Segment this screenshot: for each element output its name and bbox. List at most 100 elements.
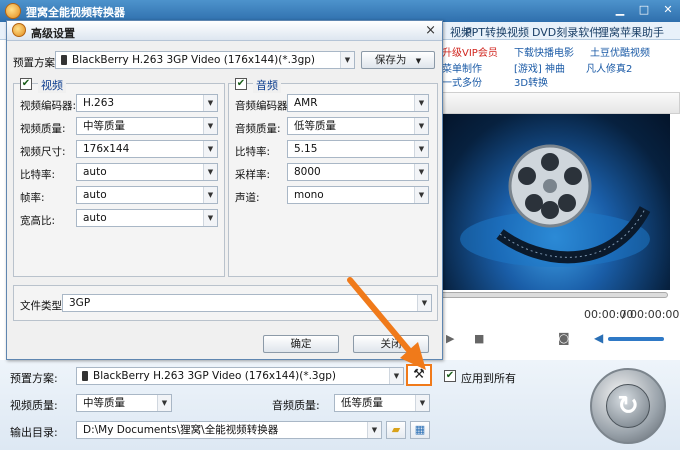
promo-link-game[interactable]: [游戏] 神曲 bbox=[514, 60, 565, 75]
video-enable-checkbox[interactable]: ✔ bbox=[20, 78, 32, 90]
chevron-down-icon: ▼ bbox=[157, 395, 171, 411]
chevron-down-icon: ▼ bbox=[367, 422, 381, 438]
video-codec-select[interactable]: H.263 ▼ bbox=[76, 94, 218, 112]
preview-header bbox=[440, 92, 680, 114]
video-bitrate-label: 比特率: bbox=[20, 169, 56, 181]
video-framerate-label: 帧率: bbox=[20, 192, 45, 204]
vip-link[interactable]: 升级VIP会员 bbox=[442, 44, 498, 59]
chevron-down-icon: ▼ bbox=[203, 164, 217, 180]
convert-button[interactable]: ↻ bbox=[590, 368, 666, 444]
audio-codec-value: AMR bbox=[294, 97, 318, 109]
chevron-down-icon: ▼ bbox=[203, 118, 217, 134]
video-framerate-select[interactable]: auto ▼ bbox=[76, 186, 218, 204]
video-group-label: 视频 bbox=[38, 77, 66, 93]
volume-slider[interactable] bbox=[608, 337, 664, 341]
bottom-video-quality-select[interactable]: 中等质量 ▼ bbox=[76, 394, 172, 412]
menu-item-apple[interactable]: 狸窝苹果助手 bbox=[598, 24, 664, 40]
audio-quality-value: 低等质量 bbox=[294, 120, 336, 132]
dialog-close-icon[interactable]: × bbox=[425, 23, 436, 38]
chevron-down-icon: ▼ bbox=[340, 52, 354, 68]
minimize-icon[interactable]: ▁ bbox=[612, 3, 628, 18]
maximize-icon[interactable]: □ bbox=[636, 3, 652, 18]
audio-samplerate-label: 采样率: bbox=[235, 169, 271, 181]
menu-item-dvd[interactable]: DVD刻录软件 bbox=[532, 24, 600, 40]
video-size-value: 176x144 bbox=[83, 143, 130, 155]
audio-group: ✔ 音频 音频编码器: AMR ▼ 音频质量: 低等质量 ▼ 比特率: 5.15… bbox=[228, 77, 438, 277]
bottom-audio-quality-value: 低等质量 bbox=[341, 397, 383, 409]
chevron-down-icon: ▼ bbox=[415, 395, 429, 411]
video-aspect-select[interactable]: auto ▼ bbox=[76, 209, 218, 227]
promo-area: 升级VIP会员 下载快播电影 土豆优酷视频 菜单制作 [游戏] 神曲 凡人修真2… bbox=[440, 40, 680, 90]
menu-item-ppt[interactable]: PPT转换视频 bbox=[465, 24, 529, 40]
chevron-down-icon: ▼ bbox=[203, 141, 217, 157]
promo-item-menu[interactable]: 菜单制作 bbox=[442, 60, 482, 75]
video-bitrate-select[interactable]: auto ▼ bbox=[76, 163, 218, 181]
seek-bar[interactable] bbox=[440, 292, 668, 298]
promo-item-copies[interactable]: 一式多份 bbox=[442, 74, 482, 89]
player-controls: ▶ ■ ◙ ◀ bbox=[440, 326, 670, 352]
audio-quality-select[interactable]: 低等质量 ▼ bbox=[287, 117, 429, 135]
audio-channel-label: 声道: bbox=[235, 192, 260, 204]
play-icon[interactable]: ▶ bbox=[446, 332, 454, 345]
promo-link-fanren[interactable]: 凡人修真2 bbox=[586, 60, 632, 75]
bottom-preset-value: BlackBerry H.263 3GP Video (176x144)(*.3… bbox=[93, 370, 337, 382]
bottom-preset-label: 预置方案: bbox=[10, 372, 58, 385]
chevron-down-icon: ▼ bbox=[414, 118, 428, 134]
dialog-title-bar: 高级设置 × bbox=[7, 21, 442, 41]
phone-icon bbox=[61, 55, 67, 65]
total-time: 00:00:00 bbox=[630, 308, 680, 321]
main-title-bar: 狸窝全能视频转换器 ▁ □ ✕ bbox=[0, 0, 680, 22]
apply-all-label: 应用到所有 bbox=[461, 372, 516, 385]
audio-samplerate-value: 8000 bbox=[294, 166, 321, 178]
ok-button[interactable]: 确定 bbox=[263, 335, 339, 353]
audio-group-label: 音频 bbox=[253, 77, 281, 93]
audio-bitrate-label: 比特率: bbox=[235, 146, 271, 158]
volume-icon[interactable]: ◀ bbox=[594, 331, 603, 345]
annotation-arrow bbox=[347, 277, 426, 370]
output-dir-label: 输出目录: bbox=[10, 426, 58, 439]
output-dir-select[interactable]: D:\My Documents\狸窝\全能视频转换器 ▼ bbox=[76, 421, 382, 439]
video-quality-label: 视频质量: bbox=[10, 399, 58, 412]
chevron-down-icon: ▼ bbox=[415, 57, 422, 65]
video-framerate-value: auto bbox=[83, 189, 107, 201]
dialog-logo-icon bbox=[12, 23, 26, 37]
audio-enable-checkbox[interactable]: ✔ bbox=[235, 78, 247, 90]
output-dir-value: D:\My Documents\狸窝\全能视频转换器 bbox=[83, 424, 279, 436]
chevron-down-icon: ▼ bbox=[414, 141, 428, 157]
dialog-preset-label: 预置方案: bbox=[13, 57, 59, 69]
promo-link-movie[interactable]: 下载快播电影 bbox=[514, 44, 574, 59]
apply-all-checkbox[interactable]: ✔ bbox=[444, 370, 456, 382]
open-folder-icon[interactable]: ▰ bbox=[386, 421, 406, 439]
video-size-select[interactable]: 176x144 ▼ bbox=[76, 140, 218, 158]
audio-codec-select[interactable]: AMR ▼ bbox=[287, 94, 429, 112]
chevron-down-icon: ▼ bbox=[414, 164, 428, 180]
video-bitrate-value: auto bbox=[83, 166, 107, 178]
chevron-down-icon: ▼ bbox=[203, 210, 217, 226]
time-separator: / bbox=[622, 308, 626, 321]
audio-channel-select[interactable]: mono ▼ bbox=[287, 186, 429, 204]
video-quality-select[interactable]: 中等质量 ▼ bbox=[76, 117, 218, 135]
file-type-value: 3GP bbox=[69, 297, 91, 309]
browse-icon[interactable]: ▦ bbox=[410, 421, 430, 439]
video-aspect-value: auto bbox=[83, 212, 107, 224]
app-logo-icon bbox=[5, 3, 21, 19]
bottom-audio-quality-select[interactable]: 低等质量 ▼ bbox=[334, 394, 430, 412]
save-as-button[interactable]: 保存为 ▼ bbox=[361, 51, 435, 69]
chevron-down-icon: ▼ bbox=[203, 187, 217, 203]
dialog-preset-select[interactable]: BlackBerry H.263 3GP Video (176x144)(*.3… bbox=[55, 51, 355, 69]
video-codec-value: H.263 bbox=[83, 97, 115, 109]
chevron-down-icon: ▼ bbox=[414, 187, 428, 203]
close-icon[interactable]: ✕ bbox=[660, 3, 676, 18]
video-group: ✔ 视频 视频编码器: H.263 ▼ 视频质量: 中等质量 ▼ 视频尺寸: 1… bbox=[13, 77, 225, 277]
stop-icon[interactable]: ■ bbox=[474, 332, 484, 345]
audio-bitrate-select[interactable]: 5.15 ▼ bbox=[287, 140, 429, 158]
film-reel-icon bbox=[460, 144, 651, 267]
audio-samplerate-select[interactable]: 8000 ▼ bbox=[287, 163, 429, 181]
promo-link-tudou[interactable]: 土豆优酷视频 bbox=[590, 44, 650, 59]
promo-link-3d[interactable]: 3D转换 bbox=[514, 74, 548, 89]
phone-icon bbox=[82, 371, 88, 381]
snapshot-icon[interactable]: ◙ bbox=[558, 331, 570, 345]
audio-bitrate-value: 5.15 bbox=[294, 143, 318, 155]
save-as-label: 保存为 bbox=[374, 54, 407, 66]
audio-quality-label: 音频质量: bbox=[272, 399, 320, 412]
